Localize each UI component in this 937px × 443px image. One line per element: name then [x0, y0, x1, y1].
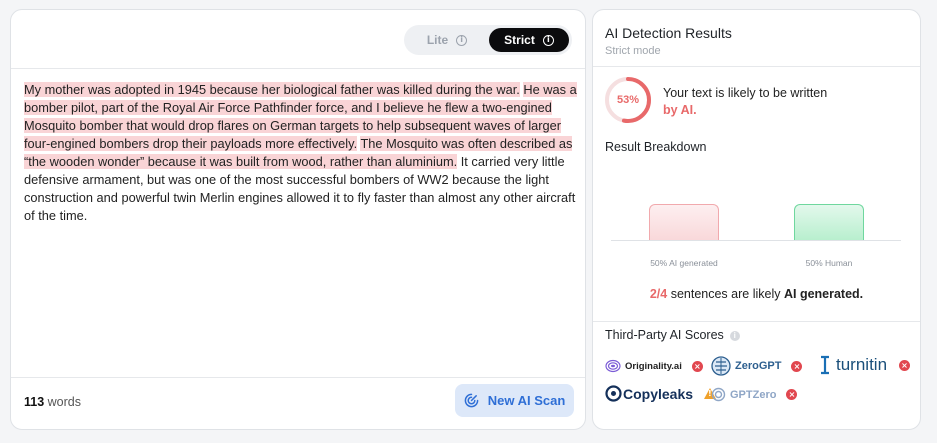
ai-generated-label: 50% AI generated	[650, 258, 718, 268]
chart-baseline	[611, 240, 901, 241]
third-party-item-copyleaks: Copyleaks	[605, 385, 717, 402]
breakdown-chart: 50% AI generated 50% Human	[611, 170, 901, 270]
sentence-summary: 2/4 sentences are likely AI generated.	[593, 287, 920, 301]
third-party-item-originality: Originality.ai ×	[605, 359, 703, 373]
highlighted-sentence: My mother was adopted in 1945 because he…	[24, 82, 520, 97]
new-ai-scan-button[interactable]: New AI Scan	[455, 384, 574, 417]
info-icon[interactable]: i	[729, 330, 740, 341]
verdict: Your text is likely to be written by AI.	[663, 85, 827, 119]
third-party-name: ZeroGPT	[735, 360, 782, 372]
copyleaks-logo-icon	[605, 385, 622, 402]
results-subtitle: Strict mode	[605, 45, 661, 57]
word-count-value: 113	[24, 395, 45, 409]
ai-score-percent: 53%	[616, 94, 640, 106]
results-panel: AI Detection Results Strict mode 53% You…	[592, 9, 921, 430]
sentence-summary-text: sentences are likely	[670, 287, 781, 301]
scanned-text[interactable]: My mother was adopted in 1945 because he…	[24, 81, 579, 225]
third-party-name: Copyleaks	[623, 385, 694, 402]
third-party-title-text: Third-Party AI Scores	[605, 328, 724, 342]
fail-x-icon: ×	[899, 359, 911, 371]
third-party-name: turnitin	[836, 355, 888, 374]
new-ai-scan-label: New AI Scan	[487, 393, 566, 408]
fail-x-icon: ×	[791, 360, 803, 372]
originality-logo-icon	[605, 359, 621, 373]
ai-generated-bar	[649, 204, 719, 240]
results-title: AI Detection Results	[605, 25, 732, 41]
zerogpt-logo-icon	[711, 356, 731, 376]
verdict-line: Your text is likely to be written	[663, 86, 828, 100]
human-label: 50% Human	[805, 258, 853, 268]
gptzero-logo-icon	[711, 387, 726, 402]
third-party-name: Originality.ai	[625, 360, 682, 372]
third-party-name: GPTZero	[730, 388, 777, 401]
mode-toggle[interactable]: Lite i Strict i	[404, 25, 572, 55]
mode-lite-label: Lite	[426, 33, 449, 47]
info-icon[interactable]: i	[456, 34, 468, 46]
fail-x-icon: ×	[691, 360, 703, 372]
word-count: 113 words	[24, 395, 81, 409]
mode-strict-label: Strict	[504, 33, 535, 47]
info-icon[interactable]: i	[542, 34, 554, 46]
editor-panel: Lite i Strict i My mother was adopted in…	[10, 9, 586, 430]
verdict-ai: by AI.	[663, 103, 697, 117]
mode-strict-option[interactable]: Strict i	[489, 28, 569, 52]
results-divider	[593, 66, 920, 67]
scan-icon	[464, 393, 479, 408]
breakdown-title: Result Breakdown	[605, 140, 707, 154]
word-count-label: words	[47, 395, 81, 409]
fail-x-icon: ×	[786, 389, 798, 400]
third-party-title: Third-Party AI Scores i	[605, 328, 740, 342]
mode-lite-option[interactable]: Lite i	[410, 28, 484, 52]
human-bar	[794, 204, 864, 240]
footer-divider	[11, 377, 585, 378]
sentence-summary-strong: AI generated.	[783, 287, 864, 301]
header-divider	[11, 68, 585, 69]
third-party-divider	[593, 321, 920, 322]
turnitin-logo-icon	[821, 355, 829, 375]
third-party-item-gptzero: GPTZero ×	[711, 387, 798, 402]
third-party-item-turnitin: turnitin ×	[818, 355, 911, 375]
third-party-item-zerogpt: ZeroGPT ×	[711, 355, 803, 377]
sentence-count: 2/4	[649, 287, 668, 301]
